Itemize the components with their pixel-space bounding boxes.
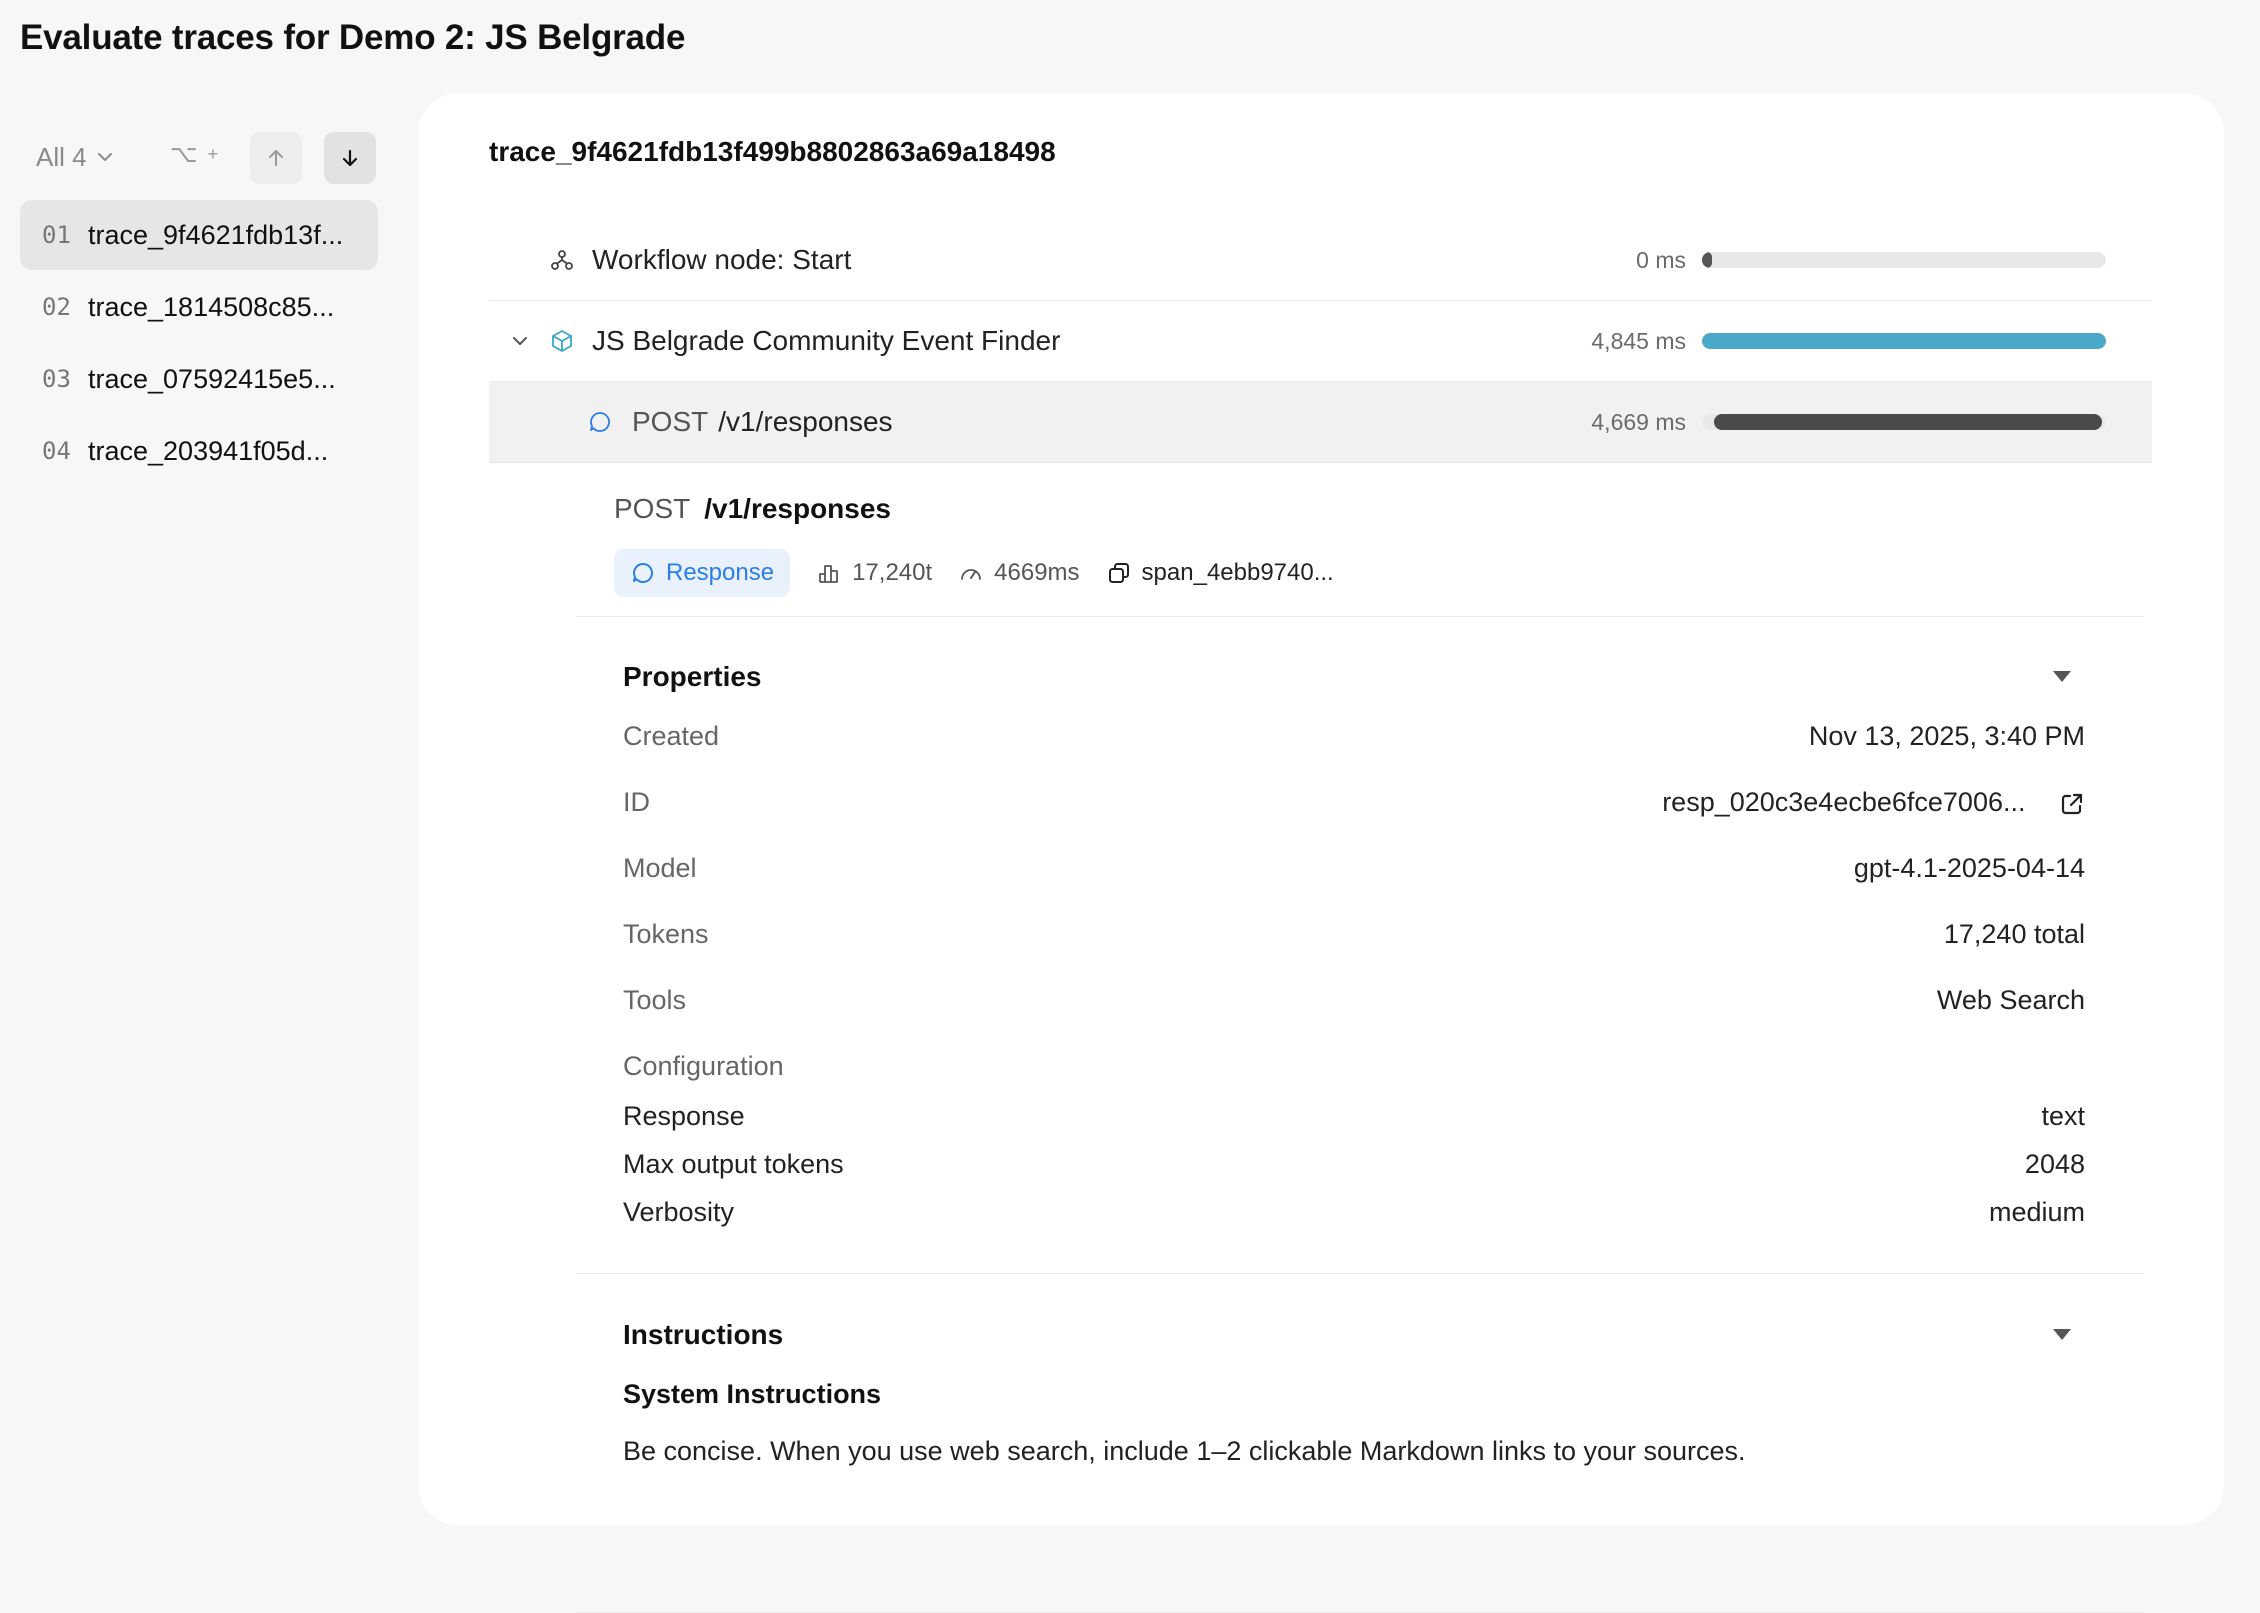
span-timeline-bar — [1714, 414, 2102, 430]
trace-sidebar: All 4 ⌥ + 01 trace_9f4621fdb13f... 02 tr… — [20, 130, 378, 466]
trace-name: trace_203941f05d... — [88, 435, 329, 466]
config-value: 2048 — [2024, 1149, 2085, 1179]
span-detail-title: POST/v1/responses — [614, 493, 891, 525]
token-count: 17,240t — [816, 559, 932, 587]
span-duration: 4,669 ms — [1591, 408, 1686, 435]
trace-number: 01 — [42, 221, 71, 249]
config-value: medium — [1988, 1197, 2085, 1227]
span-timeline-track — [1702, 333, 2106, 349]
trace-title: trace_9f4621fdb13f499b8802863a69a18498 — [489, 136, 1056, 167]
system-instructions-title: System Instructions — [623, 1379, 882, 1409]
trace-list-item[interactable]: 01 trace_9f4621fdb13f... — [20, 200, 378, 270]
trace-list-item[interactable]: 02 trace_1814508c85... — [20, 272, 378, 342]
property-key: Tokens — [623, 919, 709, 949]
detail-method: POST — [614, 493, 691, 524]
config-key: Max output tokens — [623, 1149, 844, 1179]
trace-list-item[interactable]: 04 trace_203941f05d... — [20, 416, 378, 486]
span-row-workflow-start[interactable]: Workflow node: Start 0 ms — [489, 220, 2152, 301]
caret-down-icon — [2053, 671, 2071, 682]
config-key: Response — [623, 1101, 745, 1131]
copy-span-id[interactable]: span_4ebb9740... — [1106, 559, 1334, 587]
previous-trace-button[interactable] — [250, 132, 302, 184]
sidebar-toolbar: All 4 ⌥ + — [20, 130, 378, 184]
span-label: JS Belgrade Community Event Finder — [592, 325, 1061, 356]
response-bubble-icon — [633, 562, 654, 583]
span-tree: Workflow node: Start 0 ms JS Belgrade Co… — [489, 220, 2152, 463]
config-key: Verbosity — [623, 1197, 735, 1227]
arrow-down-icon — [342, 149, 358, 167]
response-type-chip: Response — [614, 549, 791, 597]
keyboard-shortcut-hint: ⌥ + — [170, 140, 218, 169]
span-duration: 0 ms — [1636, 246, 1686, 273]
agent-cube-icon — [552, 330, 572, 352]
property-key: Configuration — [623, 1051, 784, 1081]
properties-section-toggle[interactable]: Properties — [623, 661, 2085, 693]
trace-detail-panel: trace_9f4621fdb13f499b8802863a69a18498 W… — [418, 93, 2224, 1613]
property-value: resp_020c3e4ecbe6fce7006... — [1662, 787, 2085, 818]
span-row-response[interactable]: POST/v1/responses 4,669 ms — [489, 382, 2152, 463]
chevron-down-icon — [97, 153, 112, 161]
span-label: POST/v1/responses — [632, 406, 893, 438]
property-value: gpt-4.1-2025-04-14 — [1853, 853, 2085, 883]
span-timeline-bar — [1702, 252, 1712, 268]
property-key: ID — [623, 787, 650, 817]
option-key-icon: ⌥ — [170, 141, 198, 168]
span-timeline-bar — [1702, 333, 2106, 349]
filter-label: All 4 — [36, 141, 87, 172]
instructions-section-toggle[interactable]: Instructions — [623, 1319, 2085, 1351]
span-path: /v1/responses — [718, 406, 893, 437]
span-timeline-track — [1702, 252, 2106, 268]
span-duration: 4,845 ms — [1591, 327, 1686, 354]
span-row-agent[interactable]: JS Belgrade Community Event Finder 4,845… — [489, 301, 2152, 382]
trace-number: 04 — [42, 437, 71, 465]
latency: 4669ms — [958, 559, 1080, 587]
instructions-heading: Instructions — [623, 1319, 784, 1350]
trace-name: trace_9f4621fdb13f... — [88, 219, 344, 250]
property-value: 17,240 total — [1943, 919, 2085, 949]
bar-chart-icon — [819, 565, 838, 583]
property-key: Tools — [623, 985, 687, 1015]
next-trace-button[interactable] — [324, 132, 376, 184]
divider — [576, 616, 2144, 617]
property-value: Web Search — [1936, 985, 2085, 1015]
arrow-up-icon — [269, 150, 283, 166]
response-bubble-icon — [590, 412, 610, 432]
response-id: resp_020c3e4ecbe6fce7006... — [1662, 787, 2026, 817]
token-count-value: 17,240t — [852, 559, 933, 586]
config-value: text — [2041, 1101, 2085, 1131]
trace-name: trace_1814508c85... — [88, 291, 335, 322]
chevron-down-icon[interactable] — [509, 330, 531, 352]
property-key: Created — [623, 721, 720, 751]
detail-path: /v1/responses — [704, 493, 892, 524]
latency-value: 4669ms — [994, 559, 1080, 586]
properties-heading: Properties — [623, 661, 762, 692]
filter-dropdown[interactable]: All 4 — [36, 138, 115, 176]
property-key: Model — [623, 853, 697, 883]
span-label: Workflow node: Start — [592, 244, 852, 275]
span-timeline-track — [1702, 414, 2106, 430]
trace-number: 03 — [42, 365, 71, 393]
trace-number: 02 — [42, 293, 71, 321]
external-link-icon[interactable] — [2059, 791, 2085, 817]
system-instructions-text: Be concise. When you use web search, inc… — [623, 1436, 1746, 1466]
page-title: Evaluate traces for Demo 2: JS Belgrade — [20, 18, 686, 57]
span-method: POST — [632, 406, 709, 437]
property-value: Nov 13, 2025, 3:40 PM — [1808, 721, 2085, 751]
workflow-node-icon — [551, 250, 573, 270]
copy-icon — [1108, 563, 1129, 583]
speedometer-icon — [961, 569, 982, 580]
span-meta-row: Response 17,240t 4669ms span_4ebb9740... — [614, 549, 1334, 597]
plus-sign: + — [207, 144, 219, 164]
span-id-value: span_4ebb9740... — [1141, 559, 1334, 586]
trace-list-item[interactable]: 03 trace_07592415e5... — [20, 344, 378, 414]
caret-down-icon — [2053, 1329, 2071, 1340]
trace-list: 01 trace_9f4621fdb13f... 02 trace_181450… — [20, 200, 378, 488]
divider — [576, 1273, 2144, 1274]
chip-label: Response — [666, 559, 775, 586]
trace-name: trace_07592415e5... — [88, 363, 336, 394]
